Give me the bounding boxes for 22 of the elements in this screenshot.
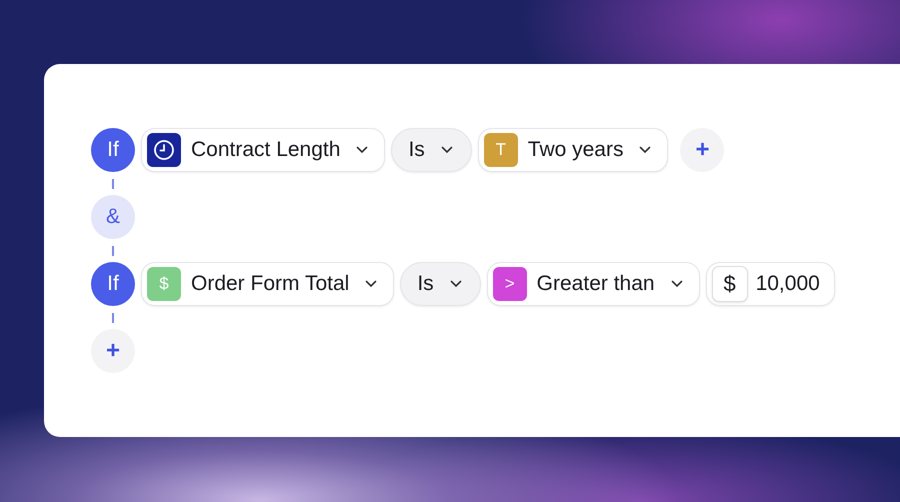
operator-dropdown[interactable]: Is <box>400 262 481 306</box>
chevron-icon <box>670 280 683 288</box>
currency-prefix: $ <box>712 266 748 302</box>
chevron-icon <box>356 146 368 154</box>
add-condition-button[interactable]: + <box>91 329 135 373</box>
type-badge: T <box>484 133 518 167</box>
type-badge: > <box>492 267 527 301</box>
condition-keyword: If <box>91 262 135 306</box>
value-dropdown[interactable]: T Two years <box>478 128 668 172</box>
chevron-icon <box>450 280 462 288</box>
value-dropdown[interactable]: > Greater than <box>486 262 700 306</box>
field-dropdown[interactable]: $ Order Form Total <box>141 262 394 306</box>
field-dropdown[interactable]: Contract Length <box>141 128 386 172</box>
chevron-icon <box>639 146 652 154</box>
condition-keyword: If <box>91 128 135 172</box>
type-badge: $ <box>147 267 181 301</box>
amount-value[interactable]: 10,000 <box>756 272 820 296</box>
operator-dropdown[interactable]: Is <box>391 128 472 172</box>
and-operator[interactable]: & <box>91 195 135 239</box>
add-button[interactable]: + <box>680 128 724 172</box>
chevron-icon <box>365 280 378 288</box>
chevron-icon <box>440 146 453 154</box>
